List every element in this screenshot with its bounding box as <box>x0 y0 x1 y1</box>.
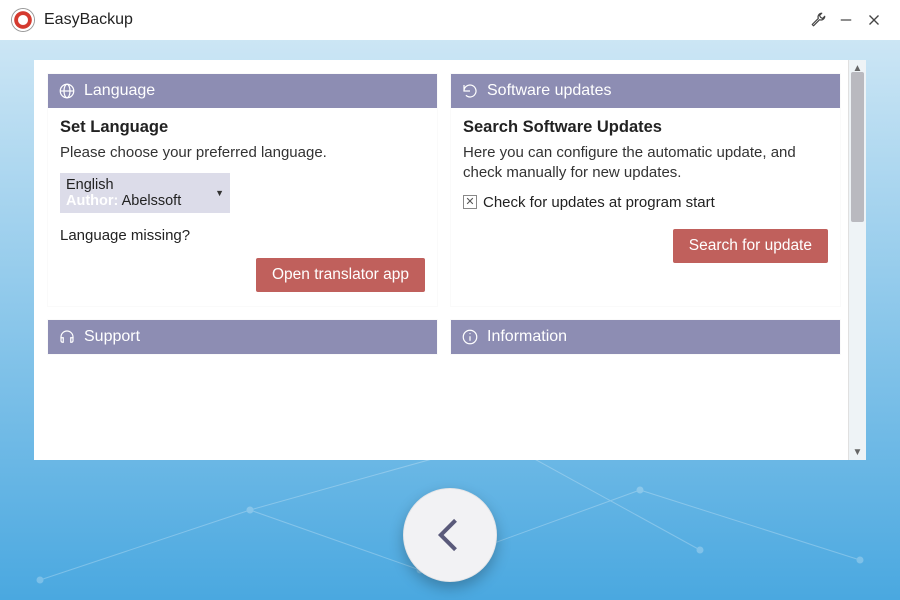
checkbox-icon: ✕ <box>463 195 477 209</box>
support-card-header[interactable]: Support <box>48 320 437 354</box>
language-select[interactable]: English Author: Abelssoft ▼ <box>60 173 230 213</box>
refresh-icon <box>461 82 479 100</box>
information-card: Information <box>451 320 840 354</box>
search-update-button[interactable]: Search for update <box>673 229 828 263</box>
chevron-left-icon <box>428 513 472 557</box>
updates-checkbox-label: Check for updates at program start <box>483 194 715 211</box>
globe-icon <box>58 82 76 100</box>
scroll-area: Language Set Language Please choose your… <box>34 60 848 460</box>
language-missing-label: Language missing? <box>60 227 425 244</box>
author-label: Author: <box>66 193 118 209</box>
scroll-thumb[interactable] <box>851 72 864 222</box>
info-icon <box>461 328 479 346</box>
vertical-scrollbar[interactable]: ▲ ▼ <box>848 60 866 460</box>
scroll-down-icon: ▼ <box>849 444 866 460</box>
minimize-button[interactable] <box>832 6 860 34</box>
information-card-header[interactable]: Information <box>451 320 840 354</box>
language-header-label: Language <box>84 82 155 100</box>
updates-card-header: Software updates <box>451 74 840 108</box>
updates-header-label: Software updates <box>487 82 612 100</box>
app-icon <box>12 9 34 31</box>
app-title: EasyBackup <box>44 11 804 29</box>
headset-icon <box>58 328 76 346</box>
open-translator-button[interactable]: Open translator app <box>256 258 425 292</box>
author-value: Abelssoft <box>122 193 182 209</box>
updates-card: Software updates Search Software Updates… <box>451 74 840 306</box>
wrench-icon <box>809 11 827 29</box>
content-panel: Language Set Language Please choose your… <box>34 60 866 460</box>
support-card: Support <box>48 320 437 354</box>
support-header-label: Support <box>84 328 140 346</box>
updates-checkbox-row[interactable]: ✕ Check for updates at program start <box>463 194 828 211</box>
language-card: Language Set Language Please choose your… <box>48 74 437 306</box>
minimize-icon <box>837 11 855 29</box>
back-button[interactable] <box>403 488 497 582</box>
titlebar: EasyBackup <box>0 0 900 40</box>
information-header-label: Information <box>487 328 567 346</box>
language-card-header: Language <box>48 74 437 108</box>
language-select-value: English <box>66 177 224 193</box>
updates-desc: Here you can configure the automatic upd… <box>463 143 828 184</box>
language-desc: Please choose your preferred language. <box>60 143 425 163</box>
close-icon <box>865 11 883 29</box>
settings-button[interactable] <box>804 6 832 34</box>
updates-title: Search Software Updates <box>463 118 828 137</box>
chevron-down-icon: ▼ <box>215 188 224 198</box>
language-select-author: Author: Abelssoft <box>66 193 224 209</box>
language-title: Set Language <box>60 118 425 137</box>
close-button[interactable] <box>860 6 888 34</box>
